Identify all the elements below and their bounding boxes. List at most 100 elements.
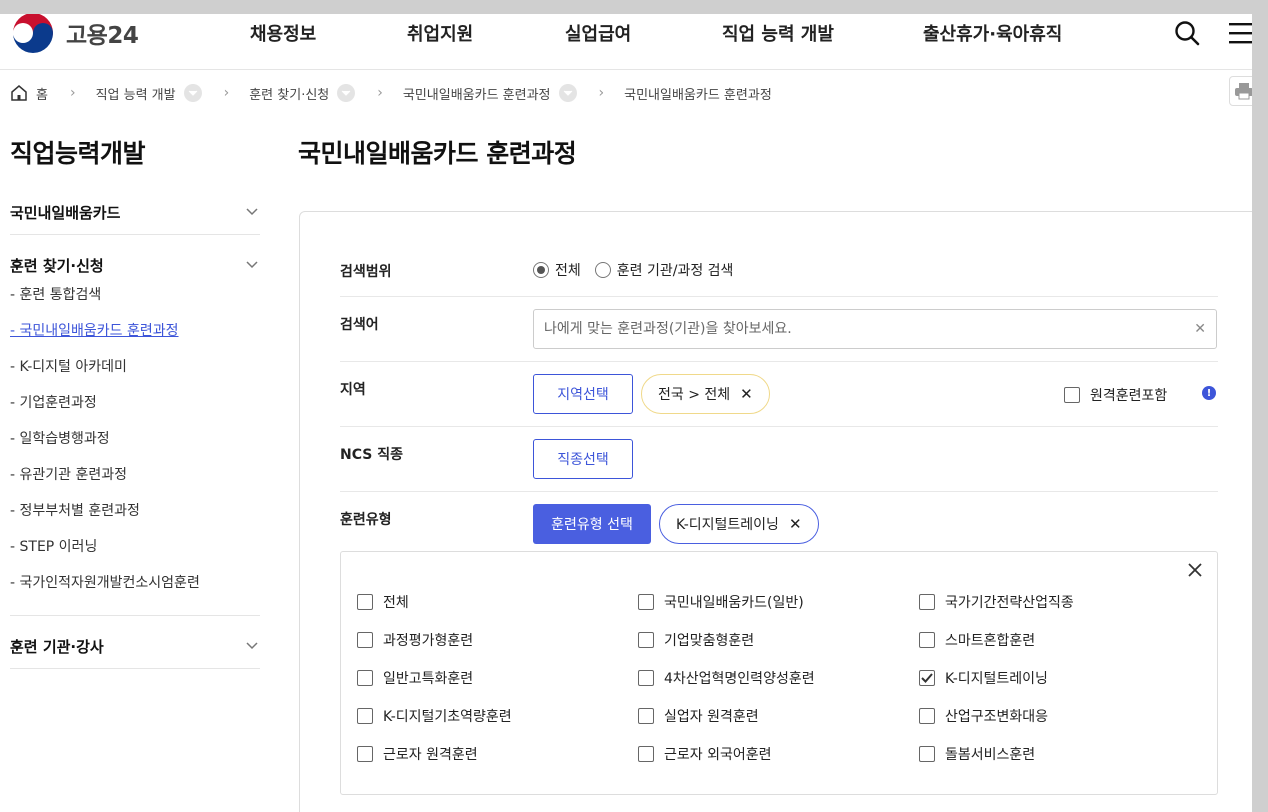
sidebar: 국민내일배움카드 훈련 찾기·신청 - 훈련 통합검색 - 국민내일배움카드 훈… xyxy=(10,190,260,669)
training-type-option[interactable]: 실업자 원격훈련 xyxy=(638,706,759,726)
radio-checked-icon xyxy=(533,262,549,278)
sidebar-section-label: 훈련 찾기·신청 xyxy=(10,256,104,275)
search-icon[interactable] xyxy=(1174,20,1200,50)
training-type-option-label: 전체 xyxy=(383,595,409,611)
checkbox-unchecked-icon xyxy=(1064,387,1080,403)
page-title: 국민내일배움카드 훈련과정 xyxy=(298,139,577,168)
region-select-button[interactable]: 지역선택 xyxy=(533,374,633,414)
training-type-option[interactable]: 기업맞춤형훈련 xyxy=(638,630,754,650)
breadcrumb-item-label[interactable]: 국민내일배움카드 훈련과정 xyxy=(403,84,551,103)
training-type-option-label: K-디지털기초역량훈련 xyxy=(383,709,512,725)
training-type-option-label: 국가기간전략산업직종 xyxy=(945,595,1074,611)
chevron-down-icon[interactable] xyxy=(183,84,202,102)
sidebar-item-naeil-card-courses[interactable]: - 국민내일배움카드 훈련과정 xyxy=(10,313,260,349)
scope-all-radio[interactable]: 전체 xyxy=(533,260,581,280)
training-type-option[interactable]: 일반고특화훈련 xyxy=(357,668,473,688)
training-type-option-label: 기업맞춤형훈련 xyxy=(664,633,755,649)
home-icon xyxy=(11,85,27,101)
training-type-chip: K-디지털트레이닝 ✕ xyxy=(659,504,819,544)
remote-training-label: 원격훈련포함 xyxy=(1090,388,1168,404)
training-type-option[interactable]: 4차산업혁명인력양성훈련 xyxy=(638,668,815,688)
training-type-option[interactable]: 과정평가형훈련 xyxy=(357,630,473,650)
logo-text: 고용24 xyxy=(66,23,139,49)
chevron-down-icon xyxy=(246,261,258,269)
checkbox-unchecked-icon xyxy=(919,708,935,724)
training-type-option-label: 근로자 외국어훈련 xyxy=(664,747,772,763)
breadcrumb-current: 국민내일배움카드 훈련과정 xyxy=(624,84,772,103)
radio-label: 전체 xyxy=(555,263,581,279)
training-type-option[interactable]: 국민내일배움카드(일반) xyxy=(638,592,804,612)
training-type-chip-label: K-디지털트레이닝 xyxy=(676,517,779,533)
search-scope-label: 검색범위 xyxy=(340,264,392,280)
breadcrumb-separator: › xyxy=(69,85,76,101)
sidebar-section-header[interactable]: 훈련 기관·강사 xyxy=(10,624,260,668)
training-type-option-label: 국민내일배움카드(일반) xyxy=(664,595,804,611)
training-type-option[interactable]: 근로자 외국어훈련 xyxy=(638,744,772,764)
sidebar-item-consortium[interactable]: - 국가인적자원개발컨소시엄훈련 xyxy=(10,565,260,601)
checkbox-unchecked-icon xyxy=(357,708,373,724)
sidebar-section-header[interactable]: 국민내일배움카드 xyxy=(10,190,260,234)
training-type-option[interactable]: K-디지털트레이닝 xyxy=(919,668,1048,688)
nav-recruit[interactable]: 채용정보 xyxy=(250,20,316,46)
training-type-option-label: K-디지털트레이닝 xyxy=(945,671,1048,687)
training-type-option-label: 4차산업혁명인력양성훈련 xyxy=(664,671,815,687)
sidebar-item-company-training[interactable]: - 기업훈련과정 xyxy=(10,385,260,421)
close-icon[interactable] xyxy=(1187,562,1203,582)
checkbox-unchecked-icon xyxy=(638,632,654,648)
sidebar-item-k-digital-academy[interactable]: - K-디지털 아카데미 xyxy=(10,349,260,385)
sidebar-item-step-elearning[interactable]: - STEP 이러닝 xyxy=(10,529,260,565)
training-type-option-label: 돌봄서비스훈련 xyxy=(945,747,1036,763)
checkbox-unchecked-icon xyxy=(638,594,654,610)
breadcrumb-home[interactable]: 홈 xyxy=(10,84,48,103)
remove-icon[interactable]: ✕ xyxy=(789,515,802,533)
search-scope-options: 전체 훈련 기관/과정 검색 xyxy=(533,260,733,280)
clear-icon[interactable]: ✕ xyxy=(1194,321,1206,337)
training-type-option[interactable]: 스마트혼합훈련 xyxy=(919,630,1035,650)
checkbox-unchecked-icon xyxy=(919,746,935,762)
hamburger-menu-icon[interactable] xyxy=(1229,22,1252,48)
training-type-option[interactable]: 산업구조변화대응 xyxy=(919,706,1048,726)
chevron-down-icon[interactable] xyxy=(558,84,577,102)
training-type-option-label: 일반고특화훈련 xyxy=(383,671,474,687)
training-type-option[interactable]: 국가기간전략산업직종 xyxy=(919,592,1074,612)
region-chip: 전국 > 전체 ✕ xyxy=(641,374,770,414)
remove-icon[interactable]: ✕ xyxy=(740,385,753,403)
sidebar-item-integrated-search[interactable]: - 훈련 통합검색 xyxy=(10,277,260,313)
chevron-down-icon[interactable] xyxy=(337,84,356,102)
keyword-input[interactable] xyxy=(544,321,1195,337)
training-type-option[interactable]: 근로자 원격훈련 xyxy=(357,744,478,764)
training-type-option-label: 산업구조변화대응 xyxy=(945,709,1049,725)
training-type-option[interactable]: 전체 xyxy=(357,592,409,612)
ncs-row: NCS 직종 직종선택 xyxy=(340,427,1218,492)
nav-maternity-leave[interactable]: 출산휴가·육아휴직 xyxy=(923,20,1062,46)
nav-unemployment-benefit[interactable]: 실업급여 xyxy=(565,20,631,46)
checkbox-unchecked-icon xyxy=(357,594,373,610)
breadcrumb-separator: › xyxy=(223,85,230,101)
search-scope-row: 검색범위 전체 훈련 기관/과정 검색 xyxy=(340,252,1218,297)
training-type-option[interactable]: K-디지털기초역량훈련 xyxy=(357,706,512,726)
training-type-option-label: 과정평가형훈련 xyxy=(383,633,474,649)
sidebar-item-government-ministry[interactable]: - 정부부처별 훈련과정 xyxy=(10,493,260,529)
training-type-select-button[interactable]: 훈련유형 선택 xyxy=(533,504,651,544)
training-type-option[interactable]: 돌봄서비스훈련 xyxy=(919,744,1035,764)
sidebar-section-label: 국민내일배움카드 xyxy=(10,203,121,222)
sidebar-item-work-study[interactable]: - 일학습병행과정 xyxy=(10,421,260,457)
breadcrumb-item-label[interactable]: 훈련 찾기·신청 xyxy=(249,84,329,103)
remote-training-checkbox[interactable]: 원격훈련포함 xyxy=(1064,385,1167,405)
checkbox-unchecked-icon xyxy=(357,632,373,648)
logo[interactable]: 고용24 xyxy=(12,14,139,54)
info-icon[interactable]: ! xyxy=(1202,386,1216,400)
checkbox-unchecked-icon xyxy=(357,670,373,686)
nav-vocational-training[interactable]: 직업 능력 개발 xyxy=(722,20,834,46)
nav-job-support[interactable]: 취업지원 xyxy=(407,20,473,46)
scope-institution-radio[interactable]: 훈련 기관/과정 검색 xyxy=(594,260,733,280)
chevron-down-icon xyxy=(246,208,258,216)
ncs-select-button[interactable]: 직종선택 xyxy=(533,439,633,479)
search-panel: 검색범위 전체 훈련 기관/과정 검색 검색어 ✕ 지역 xyxy=(299,211,1252,812)
checkbox-unchecked-icon xyxy=(638,746,654,762)
training-type-option-label: 스마트혼합훈련 xyxy=(945,633,1036,649)
print-button[interactable] xyxy=(1229,76,1252,106)
breadcrumb-item-label[interactable]: 직업 능력 개발 xyxy=(96,84,176,103)
ncs-label: NCS 직종 xyxy=(340,447,403,463)
sidebar-item-related-agency[interactable]: - 유관기관 훈련과정 xyxy=(10,457,260,493)
